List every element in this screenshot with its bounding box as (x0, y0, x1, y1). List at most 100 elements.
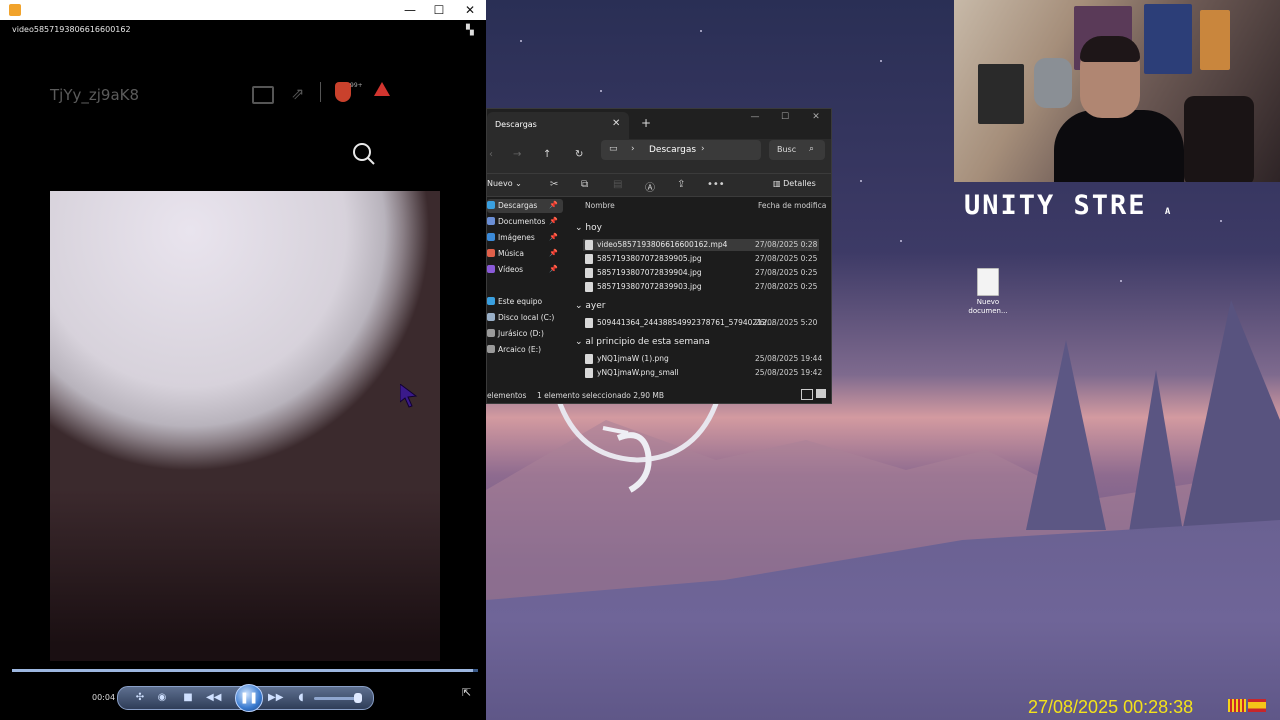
explorer-maximize-button[interactable]: ☐ (771, 112, 799, 126)
webcam-overlay (954, 0, 1280, 182)
sidebar-item[interactable]: Imágenes 📌 (487, 231, 563, 245)
details-button-label: Detalles (783, 179, 816, 188)
pause-button[interactable]: ❚❚ (235, 684, 263, 712)
file-row[interactable]: yNQ1jmaW (1).png 25/08/2025 19:44 (583, 353, 823, 365)
elapsed-time: 00:04 (92, 693, 116, 702)
search-icon: ⌕ (809, 144, 815, 154)
column-header-date[interactable]: Fecha de modifica (758, 201, 826, 210)
file-row[interactable]: 5857193807072839904.jpg 27/08/2025 0:25 (583, 267, 819, 279)
cut-icon[interactable]: ✂ (550, 179, 558, 190)
next-button[interactable]: ▶▶ (268, 691, 283, 705)
sidebar-item[interactable]: Disco local (C:) (487, 311, 563, 325)
file-name: video5857193806616600162.mp4 (597, 240, 728, 249)
file-date: 25/08/2025 19:44 (755, 354, 823, 363)
breadcrumb-chevron-icon: › (701, 144, 705, 154)
sidebar-item[interactable]: Vídeos 📌 (487, 263, 563, 277)
breadcrumb-chevron-icon: › (631, 144, 635, 154)
status-bar: elementos 1 elemento seleccionado 2,90 M… (487, 387, 831, 403)
file-date: 27/08/2025 0:25 (755, 268, 818, 277)
desktop-icon-new-document[interactable]: Nuevo documen... (962, 268, 1014, 328)
share-icon[interactable]: ⇪ (677, 179, 685, 190)
folder-icon (487, 201, 495, 209)
desktop-icon-label: Nuevo documen... (968, 298, 1008, 315)
sidebar-item-label: Música (498, 249, 524, 258)
file-list: Nombre Fecha de modifica ⌄ hoy video58571… (575, 197, 827, 387)
volume-knob[interactable] (354, 693, 362, 703)
explorer-minimize-button[interactable]: — (741, 112, 769, 126)
address-bar[interactable]: ▭ › Descargas › (601, 140, 761, 160)
tiles-view-icon[interactable] (816, 389, 826, 398)
volume-icon[interactable]: ◖ (294, 691, 308, 705)
sidebar-item-label: Descargas (498, 201, 538, 210)
folder-icon (487, 233, 495, 241)
group-header[interactable]: ⌄ hoy (575, 223, 602, 233)
sidebar-item[interactable]: Este equipo (487, 295, 563, 309)
sidebar-item[interactable]: Jurásico (D:) (487, 327, 563, 341)
new-tab-button[interactable]: + (641, 116, 651, 130)
stop-button[interactable]: ■ (181, 691, 195, 705)
folder-icon (487, 345, 495, 353)
file-name: 5857193807072839903.jpg (597, 282, 702, 291)
new-button[interactable]: Nuevo ⌄ (487, 179, 522, 188)
video-filename: video5857193806616600162 (12, 25, 131, 34)
media-player-window: — ☐ ✕ video5857193806616600162 ▚ TjYy_zj… (0, 0, 486, 720)
file-row[interactable]: video5857193806616600162.mp4 27/08/2025 0… (583, 239, 819, 251)
repeat-icon[interactable]: ◉ (155, 691, 169, 705)
file-row[interactable]: 509441364_24438854992378761_57940212... 2… (583, 317, 819, 329)
command-bar: Nuevo ⌄ ✂ ⧉ ▤ Ⓐ ⇪ ••• ▥ Detalles (487, 173, 831, 197)
search-input[interactable]: Busc ⌕ (769, 140, 825, 160)
close-button[interactable]: ✕ (455, 0, 485, 20)
minimize-button[interactable]: — (395, 0, 425, 20)
sidebar-item-label: Este equipo (498, 297, 543, 306)
file-name: yNQ1jmaW (1).png (597, 354, 669, 363)
group-header[interactable]: ⌄ ayer (575, 301, 606, 311)
player-titlebar[interactable]: — ☐ ✕ (0, 0, 486, 20)
file-name: 5857193807072839905.jpg (597, 254, 702, 263)
sidebar-item[interactable]: Documentos 📌 (487, 215, 563, 229)
group-label: ayer (585, 301, 606, 311)
shuffle-icon[interactable]: ✣ (133, 691, 147, 705)
media-player-icon (9, 4, 21, 16)
back-arrow-icon[interactable]: ‹ (489, 149, 493, 160)
more-options-icon[interactable]: ••• (707, 179, 725, 190)
file-icon (585, 240, 593, 250)
sidebar-item[interactable]: Música 📌 (487, 247, 563, 261)
pin-icon: 📌 (549, 233, 558, 241)
maximize-button[interactable]: ☐ (424, 0, 454, 20)
copy-icon[interactable]: ⧉ (581, 179, 588, 190)
up-arrow-icon[interactable]: ↑ (543, 149, 551, 160)
folder-icon (487, 265, 495, 273)
tab-descargas[interactable]: Descargas ✕ (487, 112, 629, 139)
switch-to-library-icon[interactable]: ⇱ (462, 686, 471, 699)
paste-icon[interactable]: ▤ (613, 179, 622, 190)
sidebar-item-label: Disco local (C:) (498, 313, 555, 322)
file-icon (585, 254, 593, 264)
details-button[interactable]: ▥ Detalles (773, 179, 816, 188)
sidebar-item[interactable]: Arcaico (E:) (487, 343, 563, 357)
file-icon (585, 268, 593, 278)
file-row[interactable]: 5857193807072839903.jpg 27/08/2025 0:25 (583, 281, 819, 293)
details-view-icon[interactable] (801, 389, 813, 400)
stream-banner-suffix: A (1164, 207, 1171, 217)
file-name: 509441364_24438854992378761_57940212... (597, 318, 774, 327)
tab-close-icon[interactable]: ✕ (612, 118, 620, 129)
rename-icon[interactable]: Ⓐ (645, 179, 655, 194)
forward-arrow-icon[interactable]: → (513, 149, 521, 160)
sidebar-item[interactable]: Descargas 📌 (487, 199, 563, 213)
group-header[interactable]: ⌄ al principio de esta semana (575, 337, 710, 347)
pin-icon: 📌 (549, 201, 558, 209)
document-icon (977, 268, 999, 296)
previous-button[interactable]: ◀◀ (206, 691, 221, 705)
refresh-icon[interactable]: ↻ (575, 149, 583, 160)
file-date: 26/08/2025 5:20 (755, 318, 818, 327)
mouse-cursor-icon (400, 384, 418, 408)
explorer-close-button[interactable]: ✕ (802, 112, 830, 126)
file-row[interactable]: yNQ1jmaW.png_small 25/08/2025 19:42 (583, 367, 822, 379)
fullscreen-icon[interactable]: ▚ (466, 25, 478, 37)
search-placeholder: Busc (777, 145, 797, 154)
sidebar-item-label: Arcaico (E:) (498, 345, 542, 354)
seek-bar[interactable] (12, 669, 478, 672)
column-header-name[interactable]: Nombre (585, 201, 615, 210)
file-row[interactable]: 5857193807072839905.jpg 27/08/2025 0:25 (583, 253, 819, 265)
file-explorer-window: Descargas ✕ + — ☐ ✕ ‹ → ↑ ↻ ▭ › Descarga… (486, 108, 832, 404)
